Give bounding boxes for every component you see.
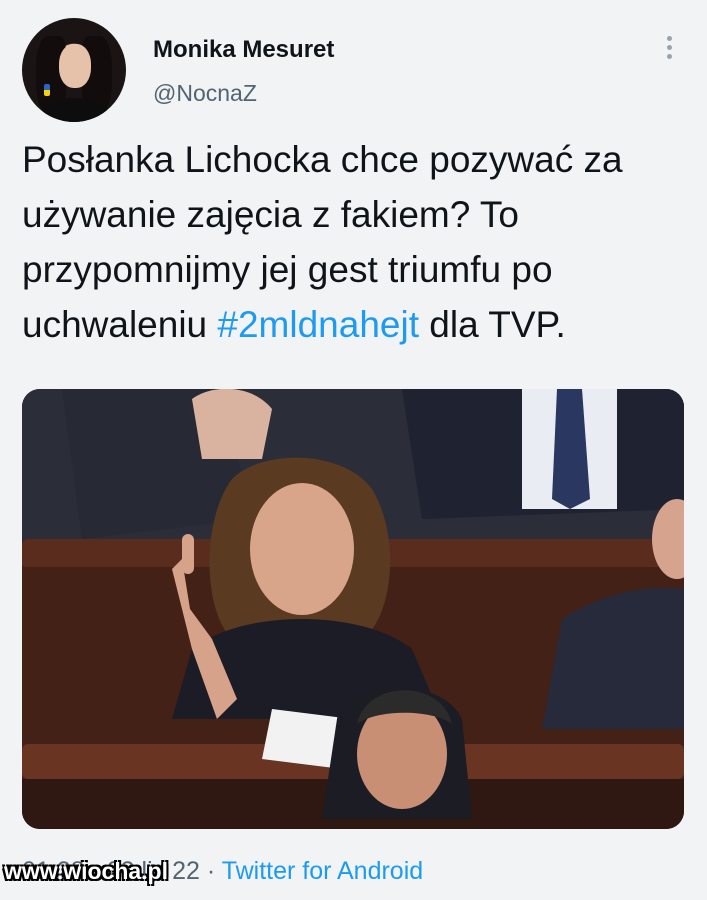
avatar-earring [44, 84, 50, 96]
avatar-face [59, 44, 91, 88]
avatar[interactable] [22, 18, 126, 122]
author-display-name[interactable]: Monika Mesuret [153, 36, 334, 64]
author-handle[interactable]: @NocnaZ [153, 80, 257, 107]
tweet-source-link[interactable]: Twitter for Android [222, 857, 423, 885]
tweet-text: Posłanka Lichocka chce pozywać za używan… [22, 132, 687, 352]
more-vertical-icon[interactable] [663, 36, 675, 64]
tweet-header: Monika Mesuret @NocnaZ [22, 18, 687, 122]
meta-separator: · [206, 857, 216, 885]
tweet-photo[interactable] [22, 389, 684, 829]
watermark: www.wiocha.pl [4, 858, 168, 884]
hashtag-link[interactable]: #2mldnahejt [217, 304, 419, 345]
photo-illustration [22, 389, 684, 829]
tweet-text-end: dla TVP. [419, 304, 566, 345]
